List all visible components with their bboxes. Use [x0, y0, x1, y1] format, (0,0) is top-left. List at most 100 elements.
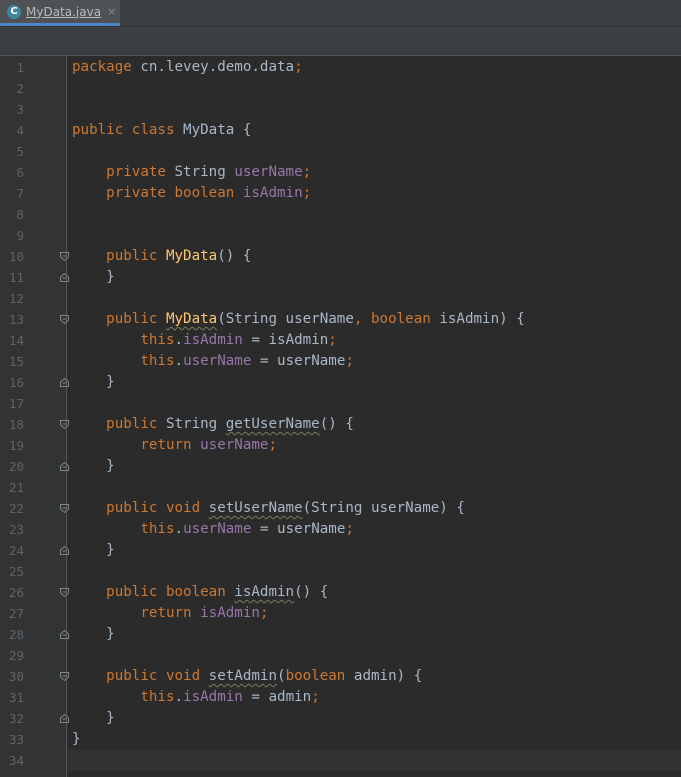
code-line[interactable] [67, 750, 681, 771]
code-token: (String userName [217, 311, 354, 327]
code-token: () { [294, 584, 329, 600]
code-token: MyData [165, 248, 218, 264]
code-line[interactable]: public void setUserName(String userName)… [67, 498, 681, 519]
code-line[interactable]: return isAdmin; [67, 603, 681, 624]
line-number: 21 [8, 480, 24, 495]
code-line[interactable]: } [67, 624, 681, 645]
code-token: } [72, 374, 115, 390]
code-token: public void [106, 500, 209, 516]
code-token: this [140, 521, 175, 537]
code-token: = userName [251, 521, 346, 537]
code-line[interactable] [67, 204, 681, 225]
code-line[interactable]: this.isAdmin = isAdmin; [67, 330, 681, 351]
code-line[interactable] [67, 99, 681, 120]
line-number: 14 [8, 333, 24, 348]
line-number: 26 [8, 585, 24, 600]
code-token: . [174, 689, 184, 705]
line-number: 18 [8, 417, 24, 432]
code-token: () { [217, 248, 252, 264]
line-number: 2 [16, 81, 24, 96]
code-token: = isAdmin [242, 332, 329, 348]
line-number: 9 [16, 228, 24, 243]
code-line[interactable] [67, 645, 681, 666]
line-number: 17 [8, 396, 24, 411]
code-line[interactable] [67, 477, 681, 498]
line-number: 7 [16, 186, 24, 201]
code-line[interactable] [67, 78, 681, 99]
code-token: private [106, 164, 175, 180]
code-line[interactable] [67, 141, 681, 162]
code-token: ; [311, 689, 320, 705]
code-line[interactable]: package cn.levey.demo.data; [67, 57, 681, 78]
line-number: 10 [8, 249, 24, 264]
code-token: isAdmin [183, 689, 243, 705]
line-number: 25 [8, 564, 24, 579]
code-line[interactable]: public boolean isAdmin() { [67, 582, 681, 603]
code-token: ( [277, 668, 286, 684]
code-token: public class [72, 122, 184, 138]
code-token: String [174, 164, 235, 180]
code-token: isAdmin [242, 185, 303, 201]
code-line[interactable]: } [67, 540, 681, 561]
code-line[interactable]: } [67, 729, 681, 750]
line-number: 8 [16, 207, 24, 222]
code-token: public boolean [106, 584, 235, 600]
code-token: cn.levey.demo.data [140, 59, 295, 75]
code-token: } [72, 458, 115, 474]
code-line[interactable]: return userName; [67, 435, 681, 456]
code-line[interactable]: public class MyData { [67, 120, 681, 141]
code-token: () { [319, 416, 354, 432]
code-token: ; [345, 521, 354, 537]
code-token: isAdmin) { [439, 311, 525, 327]
line-number: 28 [8, 627, 24, 642]
code-token: . [174, 353, 184, 369]
code-line[interactable]: public void setAdmin(boolean admin) { [67, 666, 681, 687]
code-line[interactable]: } [67, 372, 681, 393]
line-number: 34 [8, 753, 24, 768]
line-number: 33 [8, 732, 24, 747]
code-line[interactable] [67, 393, 681, 414]
code-line[interactable] [67, 561, 681, 582]
code-line[interactable]: private String userName; [67, 162, 681, 183]
code-token: setAdmin [208, 668, 278, 684]
line-number: 11 [8, 270, 24, 285]
code-line[interactable]: } [67, 267, 681, 288]
code-token: getUserName [225, 416, 320, 432]
code-token: isAdmin [234, 584, 295, 600]
code-token: ; [268, 437, 278, 453]
code-line[interactable]: public MyData(String userName, boolean i… [67, 309, 681, 330]
line-number: 20 [8, 459, 24, 474]
code-token: (String userName) { [302, 500, 465, 516]
code-line[interactable]: } [67, 708, 681, 729]
close-icon[interactable]: × [107, 5, 116, 18]
code-line[interactable]: this.userName = userName; [67, 519, 681, 540]
code-line[interactable]: public String getUserName() { [67, 414, 681, 435]
code-line[interactable] [67, 288, 681, 309]
line-number: 15 [8, 354, 24, 369]
tab-mydata-java[interactable]: C MyData.java × [0, 0, 120, 26]
code-token: setUserName [208, 500, 303, 516]
code-line[interactable] [67, 225, 681, 246]
code-token: boolean [370, 311, 440, 327]
code-token: . [174, 521, 184, 537]
code-line[interactable]: this.isAdmin = admin; [67, 687, 681, 708]
code-token: } [72, 269, 115, 285]
code-token: ; [259, 605, 269, 621]
line-number-gutter[interactable]: 1 2 3 4 5 6 7 8 9 10 11 12 13 14 15 16 17 18 19 20 21 22 23 24 2… [0, 56, 69, 777]
code-line[interactable]: private boolean isAdmin; [67, 183, 681, 204]
code-editor[interactable]: package cn.levey.demo.data; public class … [67, 56, 681, 777]
code-token: } [72, 626, 115, 642]
code-token: package [72, 59, 141, 75]
code-line[interactable]: public MyData() { [67, 246, 681, 267]
code-line[interactable]: this.userName = userName; [67, 351, 681, 372]
code-line[interactable]: } [67, 456, 681, 477]
code-token: userName [183, 353, 252, 369]
